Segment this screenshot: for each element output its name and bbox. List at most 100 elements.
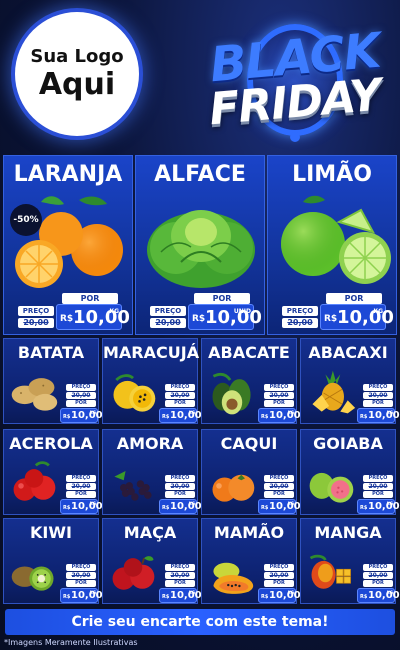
- price-value: 10,00: [170, 590, 202, 601]
- currency-label: R$: [324, 314, 338, 324]
- unit-label: KG: [109, 308, 119, 315]
- product-name: LIMÃO: [292, 162, 372, 187]
- price-value: 10,00: [337, 307, 394, 328]
- price-value: 10,00: [71, 501, 103, 512]
- logo-line-1: Sua Logo: [30, 46, 124, 67]
- old-price: 20,00: [282, 318, 318, 328]
- por-label: POR: [363, 491, 393, 498]
- product-card-amora[interactable]: AMORA PREÇO 20,00 POR R$ 10,00 KG: [102, 429, 202, 515]
- price-tag: R$ 10,00 KG: [159, 408, 202, 423]
- product-card-maça[interactable]: MAÇA PREÇO 20,00 POR R$ 10,00 KG: [102, 518, 202, 604]
- price-tag: R$ 10,00 KG: [258, 408, 301, 423]
- pineapple-icon: [312, 370, 356, 414]
- por-label: POR: [194, 293, 250, 304]
- old-price: 20,00: [66, 572, 96, 579]
- currency-label: R$: [261, 594, 269, 600]
- por-label: POR: [62, 293, 118, 304]
- unit-label: KG: [386, 501, 393, 506]
- preco-label: PREÇO: [363, 475, 393, 482]
- por-label: POR: [66, 491, 96, 498]
- old-price: 20,00: [264, 483, 294, 490]
- price-value: 10,00: [368, 410, 400, 421]
- product-name: MARACUJÁ: [103, 343, 200, 362]
- por-label: POR: [264, 491, 294, 498]
- price-tag: R$ 10,00 KG: [60, 499, 103, 514]
- price-value: 10,00: [368, 501, 400, 512]
- currency-label: R$: [63, 594, 71, 600]
- product-card-abacate[interactable]: ABACATE PREÇO 20,00 POR R$ 10,00 KG: [201, 338, 301, 424]
- currency-label: R$: [162, 414, 170, 420]
- preco-label: PREÇO: [165, 384, 195, 391]
- unit-label: KG: [89, 501, 96, 506]
- currency-label: R$: [63, 414, 71, 420]
- price-value: 10,00: [71, 410, 103, 421]
- price-tag: R$ 10,00 KG: [357, 499, 400, 514]
- product-card-acerola[interactable]: ACEROLA PREÇO 20,00 POR R$ 10,00 KG: [3, 429, 103, 515]
- old-price: 20,00: [264, 392, 294, 399]
- old-price: 20,00: [363, 572, 393, 579]
- currency-label: R$: [192, 314, 206, 324]
- cta-banner[interactable]: Crie seu encarte com este tema!: [5, 609, 395, 635]
- dot-decoration: [290, 132, 300, 142]
- product-card-batata[interactable]: BATATA PREÇO 20,00 POR R$ 10,00 KG: [3, 338, 103, 424]
- lime-icon: [281, 195, 391, 284]
- preco-label: PREÇO: [264, 475, 294, 482]
- por-label: POR: [66, 580, 96, 587]
- logo-placeholder[interactable]: Sua Logo Aqui: [15, 12, 139, 136]
- product-card-caqui[interactable]: CAQUI PREÇO 20,00 POR R$ 10,00 KG: [201, 429, 301, 515]
- currency-label: R$: [261, 414, 269, 420]
- product-card-mamão[interactable]: MAMÃO PREÇO 20,00 POR R$ 10,00 KG: [201, 518, 301, 604]
- mango-icon: [309, 554, 351, 589]
- price-tag: R$ 10,00 KG: [60, 408, 103, 423]
- old-price: 20,00: [66, 392, 96, 399]
- price-tag: R$ 10,00 KG: [60, 588, 103, 603]
- product-name: ABACATE: [208, 343, 290, 362]
- currency-label: R$: [360, 594, 368, 600]
- lettuce-icon: [147, 210, 255, 288]
- potato-icon: [11, 378, 58, 411]
- old-price: 20,00: [165, 483, 195, 490]
- old-price: 20,00: [150, 318, 186, 328]
- product-card-abacaxi[interactable]: ABACAXI PREÇO 20,00 POR R$ 10,00 KG: [300, 338, 400, 424]
- product-name: MANGA: [314, 523, 382, 542]
- por-label: POR: [264, 580, 294, 587]
- unit-label: KG: [89, 410, 96, 415]
- preco-label: PREÇO: [66, 475, 96, 482]
- unit-label: KG: [386, 410, 393, 415]
- preco-label: PREÇO: [282, 306, 318, 316]
- price-value: 10,00: [170, 410, 202, 421]
- price-value: 10,00: [269, 410, 301, 421]
- featured-card-laranja[interactable]: LARANJA -50% POR PREÇO 20,00 R$ 10,00 KG: [3, 155, 133, 335]
- product-name: MAÇA: [123, 523, 177, 542]
- preco-label: PREÇO: [66, 564, 96, 571]
- featured-card-limao[interactable]: LIMÃO POR PREÇO 20,00 R$ 10,00 KG: [267, 155, 397, 335]
- product-card-manga[interactable]: MANGA PREÇO 20,00 POR R$ 10,00 KG: [300, 518, 400, 604]
- product-card-goiaba[interactable]: GOIABA PREÇO 20,00 POR R$ 10,00 KG: [300, 429, 400, 515]
- product-name: KIWI: [30, 523, 72, 542]
- price-tag: R$ 10,00 KG: [258, 499, 301, 514]
- por-label: POR: [363, 400, 393, 407]
- header: Sua Logo Aqui BLACK FRIDAY: [0, 0, 400, 151]
- product-card-maracujá[interactable]: MARACUJÁ PREÇO 20,00 POR R$ 10,00 KG: [102, 338, 202, 424]
- product-card-kiwi[interactable]: KIWI PREÇO 20,00 POR R$ 10,00 KG: [3, 518, 103, 604]
- avocado-icon: [212, 372, 251, 415]
- preco-label: PREÇO: [264, 384, 294, 391]
- price-tag: R$ 10,00 KG: [159, 588, 202, 603]
- currency-label: R$: [360, 414, 368, 420]
- old-price: 20,00: [18, 318, 54, 328]
- logo-line-2: Aqui: [38, 67, 116, 102]
- kiwi-icon: [11, 566, 54, 591]
- unit-label: KG: [287, 501, 294, 506]
- preco-label: PREÇO: [165, 475, 195, 482]
- por-label: POR: [165, 400, 195, 407]
- price-value: 10,00: [269, 501, 301, 512]
- unit-label: KG: [89, 590, 96, 595]
- blackberry-icon: [114, 471, 152, 501]
- featured-card-alface[interactable]: ALFACE POR PREÇO 20,00 R$ 10,00 UNID: [135, 155, 265, 335]
- preco-label: PREÇO: [66, 384, 96, 391]
- disclaimer-text: *Imagens Meramente Ilustrativas: [4, 638, 138, 647]
- old-price: 20,00: [363, 392, 393, 399]
- preco-label: PREÇO: [363, 564, 393, 571]
- unit-label: KG: [386, 590, 393, 595]
- unit-label: KG: [373, 308, 383, 315]
